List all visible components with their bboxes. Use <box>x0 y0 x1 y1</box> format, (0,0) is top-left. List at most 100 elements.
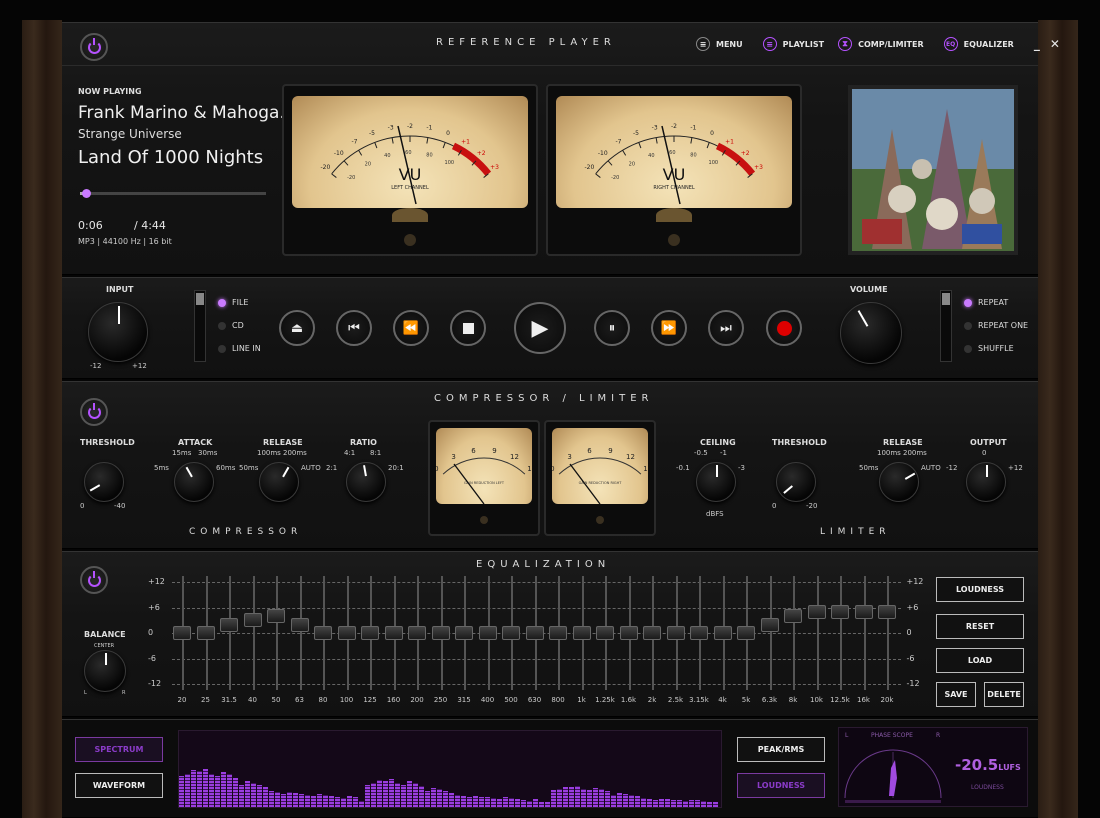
eq-fader[interactable] <box>549 626 567 640</box>
eq-fader[interactable] <box>502 626 520 640</box>
threshold-knob[interactable] <box>84 462 124 502</box>
equalizer-button[interactable]: EQUALIZER <box>964 40 1014 49</box>
source-indicator[interactable] <box>218 299 226 307</box>
attack-knob[interactable] <box>174 462 214 502</box>
eq-fader[interactable] <box>690 626 708 640</box>
mode-indicator[interactable] <box>964 345 972 353</box>
eq-fader[interactable] <box>267 609 285 623</box>
gr-scale-label: 0 <box>552 465 555 473</box>
spectrum-bar <box>539 801 544 807</box>
source-option[interactable]: FILE <box>232 298 248 307</box>
loudness-button[interactable]: LOUDNESS <box>936 577 1024 602</box>
spectrum-bar <box>431 787 436 807</box>
volume-knob[interactable] <box>840 302 902 364</box>
release-knob[interactable] <box>259 462 299 502</box>
eq-fader[interactable] <box>878 604 896 619</box>
attack-mark-b: 30ms <box>198 449 218 457</box>
eq-fader[interactable] <box>384 626 403 640</box>
compressor-icon[interactable]: ⧗ <box>838 37 853 51</box>
previous-button[interactable]: ⏮ <box>336 310 372 346</box>
input-knob[interactable] <box>88 302 148 362</box>
balance-knob[interactable] <box>84 650 126 692</box>
eq-fader[interactable] <box>408 626 426 640</box>
eject-button[interactable]: ⏏ <box>279 310 315 346</box>
eq-fader[interactable] <box>243 613 262 628</box>
eq-fader[interactable] <box>854 604 873 619</box>
eq-fader[interactable] <box>337 626 356 640</box>
source-option[interactable]: CD <box>232 321 244 330</box>
play-button[interactable]: ▶ <box>514 302 566 354</box>
mode-option[interactable]: REPEAT <box>978 298 1008 307</box>
load-button[interactable]: LOAD <box>936 648 1024 673</box>
eq-band-label: 500 <box>504 696 518 704</box>
source-indicator[interactable] <box>218 322 226 330</box>
source-option[interactable]: LINE IN <box>232 344 261 353</box>
seek-bar[interactable] <box>80 189 266 198</box>
power-button[interactable] <box>80 33 108 61</box>
eq-fader[interactable] <box>525 626 544 640</box>
spectrum-bar <box>611 795 616 807</box>
eq-band-label: 160 <box>386 696 401 704</box>
eq-fader[interactable] <box>643 626 661 640</box>
eq-fader[interactable] <box>478 626 497 640</box>
ceiling-knob[interactable] <box>696 462 736 502</box>
stop-button[interactable] <box>450 310 486 346</box>
eq-fader[interactable] <box>713 626 732 640</box>
equalizer-power-button[interactable] <box>80 566 108 594</box>
eq-fader[interactable] <box>831 604 849 619</box>
lrelease-knob[interactable] <box>879 462 919 502</box>
eq-fader[interactable] <box>431 626 450 640</box>
eq-fader[interactable] <box>314 626 332 640</box>
mode-option[interactable]: REPEAT ONE <box>978 321 1028 330</box>
eq-band-label: 20 <box>177 696 187 704</box>
peak-rms-button[interactable]: PEAK/RMS <box>737 737 825 762</box>
eq-fader[interactable] <box>807 604 826 619</box>
eq-fader[interactable] <box>455 626 473 640</box>
waveform-button[interactable]: WAVEFORM <box>75 773 163 798</box>
spectrum-button[interactable]: SPECTRUM <box>75 737 163 762</box>
eq-fader[interactable] <box>619 626 638 640</box>
compressor-power-button[interactable] <box>80 398 108 426</box>
eq-fader[interactable] <box>596 626 614 640</box>
eq-fader[interactable] <box>196 626 215 640</box>
rewind-button[interactable]: ⏪ <box>393 310 429 346</box>
mode-option[interactable]: SHUFFLE <box>978 344 1014 353</box>
equalizer-icon[interactable]: EQ <box>943 37 958 51</box>
menu-icon[interactable]: ≡ <box>696 37 710 51</box>
eq-fader[interactable] <box>220 617 238 632</box>
output-knob[interactable] <box>966 462 1006 502</box>
playlist-button[interactable]: PLAYLIST <box>783 40 824 49</box>
lthreshold-knob[interactable] <box>776 462 816 502</box>
fast-forward-button[interactable]: ⏩ <box>651 310 687 346</box>
next-button[interactable]: ⏭ <box>708 310 744 346</box>
pause-button[interactable]: ⏸ <box>594 310 630 346</box>
source-indicator[interactable] <box>218 345 226 353</box>
record-button[interactable] <box>766 310 802 346</box>
close-button[interactable]: ✕ <box>1050 37 1060 51</box>
eq-fader[interactable] <box>784 609 802 623</box>
eq-fader[interactable] <box>290 617 309 632</box>
eq-fader[interactable] <box>173 626 191 640</box>
menu-button[interactable]: MENU <box>716 40 743 49</box>
eq-fader[interactable] <box>760 617 779 632</box>
eq-fader[interactable] <box>572 626 591 640</box>
eq-fader[interactable] <box>737 626 755 640</box>
eq-fader[interactable] <box>666 626 685 640</box>
comp-limiter-button[interactable]: COMP/LIMITER <box>858 40 924 49</box>
mode-indicator[interactable] <box>964 322 972 330</box>
source-switch[interactable] <box>194 290 206 362</box>
mode-switch[interactable] <box>940 290 952 362</box>
playlist-icon[interactable]: ≡ <box>762 37 777 51</box>
minimize-button[interactable]: _ <box>1034 37 1040 51</box>
delete-button[interactable]: DELETE <box>984 682 1024 707</box>
reset-button[interactable]: RESET <box>936 614 1024 639</box>
vu-inner-scale-label: 60 <box>669 150 675 156</box>
loudness-view-button[interactable]: LOUDNESS <box>737 773 825 798</box>
seek-handle[interactable] <box>81 189 91 198</box>
save-button[interactable]: SAVE <box>936 682 976 707</box>
eq-fader[interactable] <box>361 626 379 640</box>
vu-scale-label: -20 <box>584 164 594 171</box>
ratio-knob[interactable] <box>346 462 386 502</box>
vu-scale-label: +1 <box>725 138 734 145</box>
mode-indicator[interactable] <box>964 299 972 307</box>
